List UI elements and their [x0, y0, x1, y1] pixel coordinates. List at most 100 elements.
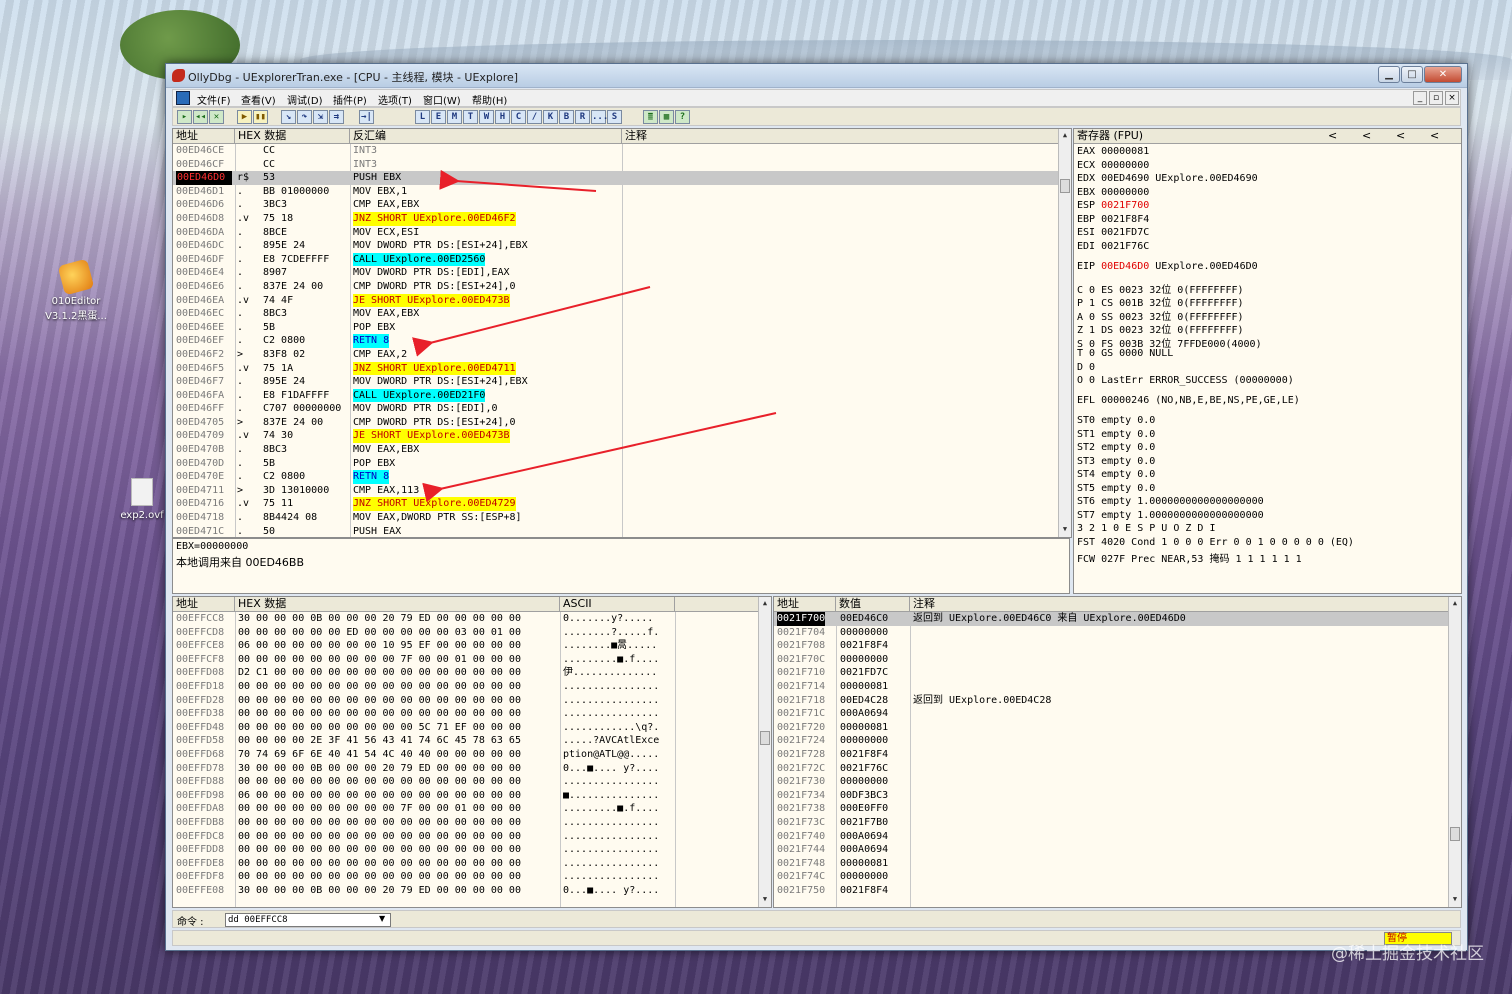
stack-row[interactable]: 0021F744 000A0694 — [774, 843, 1461, 857]
toolbar-button-1[interactable]: ◂◂ — [193, 110, 208, 124]
toolbar-button-20[interactable]: R — [575, 110, 590, 124]
command-input[interactable]: dd 00EFFCC8 — [225, 913, 391, 927]
scroll-up-icon[interactable]: ▲ — [1060, 131, 1070, 141]
chevron-left-icon[interactable]: < — [1328, 129, 1337, 143]
stack-scrollbar[interactable]: ▲ ▼ — [1448, 597, 1461, 907]
toolbar-button-10[interactable]: L — [415, 110, 430, 124]
disasm-row[interactable]: 00ED46FF. C707 00000000 MOV DWORD PTR DS:[… — [173, 402, 1071, 416]
mdi-restore-button[interactable]: ▫ — [1429, 91, 1443, 105]
dump-row[interactable]: 00EFFDB8 00 00 00 00 00 00 00 00 00 00 00… — [173, 816, 771, 830]
toolbar-button-11[interactable]: E — [431, 110, 446, 124]
disasm-row[interactable]: 00ED4716 .v 75 11 JNZ SHORT UExplore.00ED47… — [173, 497, 1071, 512]
toolbar-button-0[interactable]: ▸ — [177, 110, 192, 124]
scroll-up-icon[interactable]: ▲ — [760, 599, 770, 609]
disasm-row[interactable]: 00ED46FA. E8 F1DAFFFF CALL UExplore.00ED21… — [173, 388, 1071, 403]
dump-row[interactable]: 00EFFDA8 00 00 00 00 00 00 00 00 00 7F 00… — [173, 802, 771, 816]
chevron-left-icon[interactable]: < — [1396, 129, 1405, 143]
scroll-up-icon[interactable]: ▲ — [1450, 599, 1460, 609]
scroll-thumb[interactable] — [1060, 179, 1070, 193]
stack-row[interactable]: 0021F740 000A0694 — [774, 830, 1461, 844]
toolbar-button-13[interactable]: T — [463, 110, 478, 124]
close-button[interactable]: ✕ — [1424, 66, 1462, 83]
stack-row[interactable]: 0021F728 0021F8F4 — [774, 748, 1461, 762]
dump-row[interactable]: 00EFFDD8 00 00 00 00 00 00 00 00 00 00 00… — [173, 843, 771, 857]
disasm-row[interactable]: 00ED46D8 .v 75 18 JNZ SHORT UExplore.00ED46… — [173, 211, 1071, 226]
disasm-row[interactable]: 00ED470B. 8BC3 MOV EAX,EBX — [173, 443, 1071, 457]
menu-window[interactable]: 窗口(W) — [423, 92, 461, 107]
toolbar-button-3[interactable]: ▶ — [237, 110, 252, 124]
toolbar-button-6[interactable]: ↷ — [297, 110, 312, 124]
stack-row[interactable]: 0021F730 00000000 — [774, 775, 1461, 789]
toolbar-button-19[interactable]: B — [559, 110, 574, 124]
toolbar-button-8[interactable]: ⇉ — [329, 110, 344, 124]
disasm-row[interactable]: 00ED46F5 .v 75 1A JNZ SHORT UExplore.00ED47… — [173, 361, 1071, 376]
stack-row[interactable]: 0021F738 000E0FF0 — [774, 802, 1461, 816]
disasm-row[interactable]: 00ED46D1. BB 01000000 MOV EBX,1 — [173, 185, 1071, 199]
disasm-row[interactable]: 00ED470E. C2 0800 RETN 8 — [173, 470, 1071, 484]
chevron-left-icon[interactable]: < — [1430, 129, 1439, 143]
disasm-row[interactable]: 00ED46EC. 8BC3 MOV EAX,EBX — [173, 307, 1071, 321]
dump-row[interactable]: 00EFFE08 30 00 00 00 0B 00 00 00 20 79 ED… — [173, 884, 771, 898]
title-bar[interactable]: OllyDbg - UExplorerTran.exe - [CPU - 主线程… — [166, 64, 1467, 88]
stack-row[interactable]: 0021F708 0021F8F4 — [774, 639, 1461, 653]
disasm-row[interactable]: 00ED46CF CC INT3 — [173, 158, 1071, 172]
menu-file[interactable]: 文件(F) — [197, 92, 231, 107]
toolbar-button-22[interactable]: S — [607, 110, 622, 124]
toolbar-button-21[interactable]: ... — [591, 110, 608, 124]
dump-row[interactable]: 00EFFD18 00 00 00 00 00 00 00 00 00 00 00… — [173, 680, 771, 694]
toolbar-button-18[interactable]: K — [543, 110, 558, 124]
scroll-thumb[interactable] — [760, 731, 770, 745]
disassembly-scrollbar[interactable]: ▲ ▼ — [1058, 129, 1071, 537]
stack-row[interactable]: 0021F73C 0021F7B0 — [774, 816, 1461, 830]
disasm-row[interactable]: 00ED46D0 r$ 53 PUSH EBX — [173, 171, 1071, 185]
disassembly-pane[interactable]: 地址 HEX 数据 反汇编 注释 00ED46CE CC INT3 00ED46CF C… — [172, 128, 1072, 538]
dump-row[interactable]: 00EFFD68 70 74 69 6F 6E 40 41 54 4C 40 40… — [173, 748, 771, 762]
dump-row[interactable]: 00EFFDC8 00 00 00 00 00 00 00 00 00 00 00… — [173, 830, 771, 844]
col-header-hex[interactable]: HEX 数据 — [235, 129, 350, 144]
mdi-minimize-button[interactable]: _ — [1413, 91, 1427, 105]
col-header-address[interactable]: 地址 — [774, 597, 836, 612]
disasm-row[interactable]: 00ED470D. 5B POP EBX — [173, 457, 1071, 471]
dump-row[interactable]: 00EFFCE8 06 00 00 00 00 00 00 00 10 95 EF… — [173, 639, 771, 653]
menu-plugins[interactable]: 插件(P) — [333, 92, 367, 107]
disasm-row[interactable]: 00ED46F7. 895E 24 MOV DWORD PTR DS:[ESI+24… — [173, 375, 1071, 389]
dump-row[interactable]: 00EFFD08 D2 C1 00 00 00 00 00 00 00 00 00… — [173, 666, 771, 680]
stack-row[interactable]: 0021F720 00000081 — [774, 721, 1461, 735]
stack-row[interactable]: 0021F750 0021F8F4 — [774, 884, 1461, 898]
stack-row[interactable]: 0021F70C 00000000 — [774, 653, 1461, 667]
scroll-down-icon[interactable]: ▼ — [1060, 525, 1070, 535]
stack-row[interactable]: 0021F74C 00000000 — [774, 870, 1461, 884]
scroll-down-icon[interactable]: ▼ — [760, 895, 770, 905]
stack-row[interactable]: 0021F71C 000A0694 — [774, 707, 1461, 721]
disasm-row[interactable]: 00ED4711 >3D 13010000 CMP EAX,113 — [173, 484, 1071, 498]
toolbar-button-7[interactable]: ⇲ — [313, 110, 328, 124]
col-header-value[interactable]: 数值 — [836, 597, 910, 612]
disasm-row[interactable]: 00ED46EF. C2 0800 RETN 8 — [173, 334, 1071, 348]
toolbar-button-25[interactable]: ? — [675, 110, 690, 124]
toolbar-button-2[interactable]: ✕ — [209, 110, 224, 124]
dump-row[interactable]: 00EFFCC8 30 00 00 00 0B 00 00 00 20 79 ED… — [173, 612, 771, 626]
toolbar-button-14[interactable]: W — [479, 110, 494, 124]
disasm-row[interactable]: 00ED46EA .v 74 4F JE SHORT UExplore.00ED473… — [173, 293, 1071, 308]
dump-scrollbar[interactable]: ▲ ▼ — [758, 597, 771, 907]
col-header-ascii[interactable]: ASCII — [560, 597, 675, 612]
chevron-left-icon[interactable]: < — [1362, 129, 1371, 143]
disasm-row[interactable]: 00ED46DC. 895E 24 MOV DWORD PTR DS:[ESI+24… — [173, 239, 1071, 253]
stack-row[interactable]: 0021F710 0021FD7C — [774, 666, 1461, 680]
dump-row[interactable]: 00EFFDF8 00 00 00 00 00 00 00 00 00 00 00… — [173, 870, 771, 884]
minimize-button[interactable]: ▁ — [1378, 66, 1400, 83]
toolbar-button-5[interactable]: ↘ — [281, 110, 296, 124]
disasm-row[interactable]: 00ED46F2 >83F8 02 CMP EAX,2 — [173, 348, 1071, 362]
disasm-row[interactable]: 00ED4709 .v 74 30 JE SHORT UExplore.00ED473… — [173, 429, 1071, 444]
menu-options[interactable]: 选项(T) — [378, 92, 412, 107]
disasm-row[interactable]: 00ED4705 >837E 24 00 CMP DWORD PTR DS:[ESI… — [173, 416, 1071, 430]
stack-row[interactable]: 0021F724 00000000 — [774, 734, 1461, 748]
col-header-address[interactable]: 地址 — [173, 597, 235, 612]
toolbar-button-16[interactable]: C — [511, 110, 526, 124]
disasm-row[interactable]: 00ED46D6. 3BC3 CMP EAX,EBX — [173, 198, 1071, 212]
scroll-down-icon[interactable]: ▼ — [1450, 895, 1460, 905]
memory-dump-pane[interactable]: 地址 HEX 数据 ASCII 00EFFCC8 30 00 00 00 0B 0… — [172, 596, 772, 908]
disasm-row[interactable]: 00ED46E4. 8907 MOV DWORD PTR DS:[EDI],EAX — [173, 266, 1071, 280]
disasm-row[interactable]: 00ED46CE CC INT3 — [173, 144, 1071, 158]
dump-row[interactable]: 00EFFD28 00 00 00 00 00 00 00 00 00 00 00… — [173, 694, 771, 708]
